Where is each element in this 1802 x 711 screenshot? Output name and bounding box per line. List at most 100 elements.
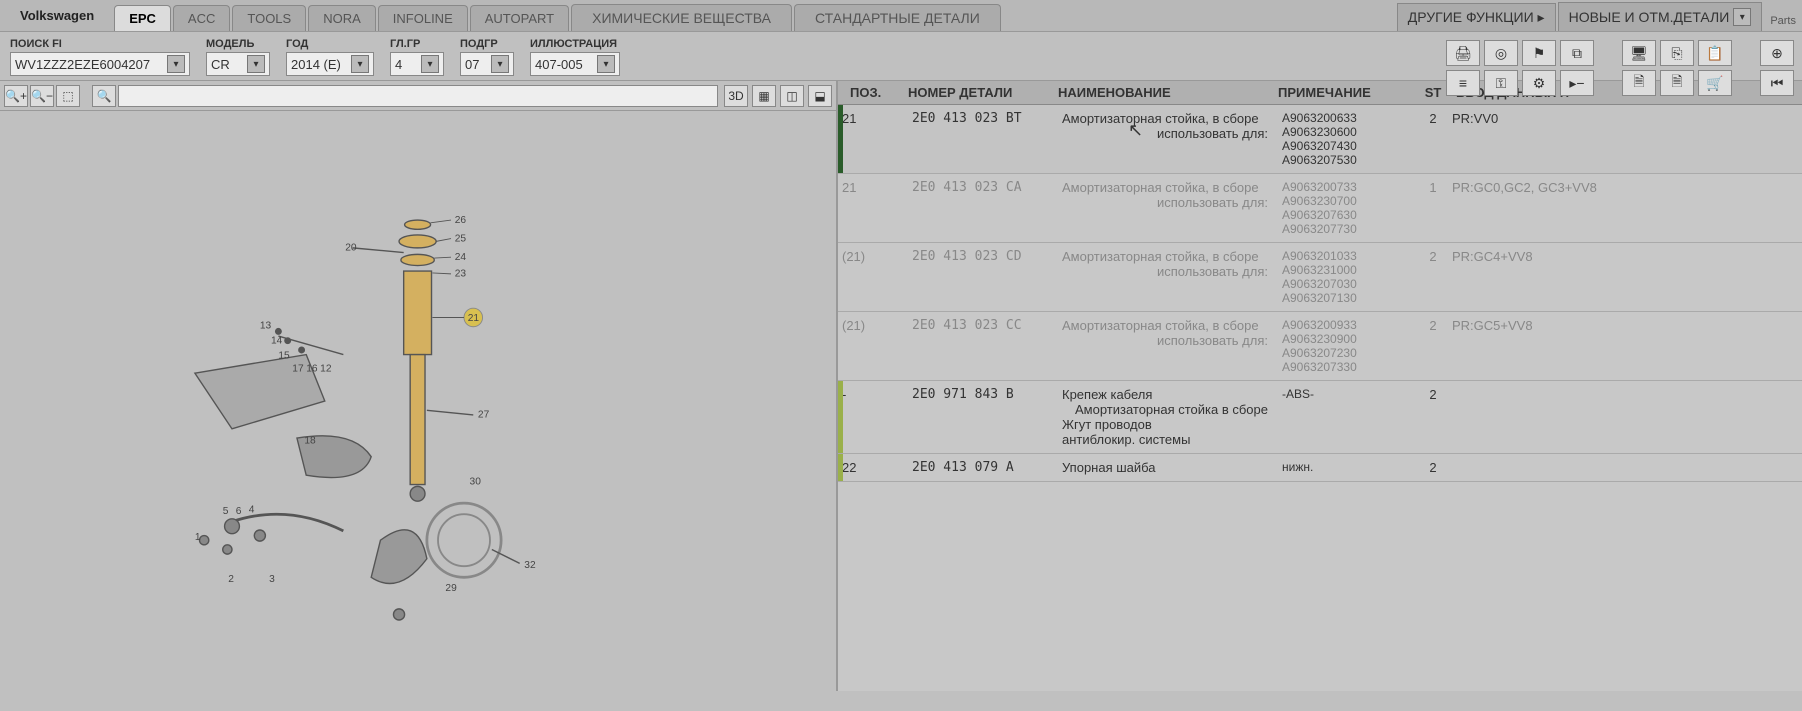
svg-text:3: 3 (270, 574, 276, 585)
svg-text:17: 17 (293, 363, 305, 374)
grid-icon[interactable]: ▦ (752, 85, 776, 107)
cart-icon[interactable]: 🛒 (1698, 70, 1732, 96)
zoom-out-icon[interactable]: 🔍− (30, 85, 54, 107)
copy-icon[interactable]: ⎘ (1660, 40, 1694, 66)
dropdown-icon[interactable] (351, 55, 369, 73)
search-label: ПОИСК FI (10, 38, 190, 50)
tab-tools[interactable]: TOOLS (232, 5, 306, 31)
model-select[interactable]: CR (206, 52, 270, 76)
doc2-icon[interactable]: 🗎 (1660, 70, 1694, 96)
link-icon[interactable]: ⧉ (1560, 40, 1594, 66)
tab-acc[interactable]: ACC (173, 5, 230, 31)
illus-label: ИЛЛЮСТРАЦИЯ (530, 38, 620, 50)
pos-cell: 21 (838, 111, 908, 126)
dropdown-icon[interactable] (167, 55, 185, 73)
col-note[interactable]: ПРИМЕЧАНИЕ (1278, 85, 1418, 100)
tab-chem[interactable]: ХИМИЧЕСКИЕ ВЕЩЕСТВА (571, 4, 792, 31)
st-cell: 2 (1418, 111, 1448, 126)
part-cell: 2E0 971 843 B (908, 387, 1058, 402)
col-name[interactable]: НАИМЕНОВАНИЕ (1058, 85, 1278, 100)
dropdown-icon[interactable] (597, 55, 615, 73)
search-input[interactable]: WV1ZZZ2EZE6004207 (10, 52, 190, 76)
year-label: ГОД (286, 38, 374, 50)
tab-standard[interactable]: СТАНДАРТНЫЕ ДЕТАЛИ (794, 4, 1001, 31)
doc-icon[interactable]: 🗎 (1622, 70, 1656, 96)
svg-text:27: 27 (478, 410, 490, 421)
zoom-fit-icon[interactable]: ⬚ (56, 85, 80, 107)
tab-infoline[interactable]: INFOLINE (378, 5, 468, 31)
svg-text:6: 6 (236, 506, 242, 517)
st-cell: 2 (1418, 318, 1448, 333)
st-cell: 2 (1418, 249, 1448, 264)
note-cell: A9063201033A9063231000A9063207030A906320… (1278, 249, 1418, 305)
svg-text:21: 21 (468, 313, 480, 324)
illus-select[interactable]: 407-005 (530, 52, 620, 76)
flag-icon[interactable]: ⚑ (1522, 40, 1556, 66)
svg-text:18: 18 (305, 436, 317, 447)
col-st[interactable]: ST (1418, 85, 1448, 100)
table-row[interactable]: (21) 2E0 413 023 CC Амортизаторная стойк… (838, 312, 1802, 381)
tab-epc[interactable]: EPC (114, 5, 171, 31)
tab-new-parts[interactable]: НОВЫЕ И ОТМ.ДЕТАЛИ (1558, 2, 1763, 31)
list-icon[interactable]: ≡ (1446, 70, 1480, 96)
monitor-icon[interactable]: 🖥 (1622, 40, 1656, 66)
parts-diagram[interactable]: 26 25 24 23 20 21 27 13 14 15 17 16 12 1… (0, 111, 836, 691)
search-icon[interactable]: 🔍 (92, 85, 116, 107)
tab-autopart[interactable]: AUTOPART (470, 5, 569, 31)
svg-text:32: 32 (525, 560, 537, 571)
pos-cell: (21) (838, 249, 908, 264)
window-icon[interactable]: ◫ (780, 85, 804, 107)
svg-text:24: 24 (455, 252, 467, 263)
gear-icon[interactable]: ⚙ (1522, 70, 1556, 96)
key-icon[interactable]: ⚿ (1484, 70, 1518, 96)
tab-other-functions[interactable]: ДРУГИЕ ФУНКЦИИ ▸ (1397, 3, 1556, 31)
table-row[interactable]: 21 2E0 413 023 CA Амортизаторная стойка,… (838, 174, 1802, 243)
tire-icon[interactable]: ◎ (1484, 40, 1518, 66)
col-part[interactable]: НОМЕР ДЕТАЛИ (908, 85, 1058, 100)
table-row[interactable]: - 2E0 971 843 B Крепеж кабеляАмортизатор… (838, 381, 1802, 454)
svg-text:13: 13 (260, 321, 272, 332)
first-icon[interactable]: ⏮ (1760, 70, 1794, 96)
svg-text:26: 26 (455, 215, 467, 226)
table-row[interactable]: (21) 2E0 413 023 CD Амортизаторная стойк… (838, 243, 1802, 312)
year-select[interactable]: 2014 (E) (286, 52, 374, 76)
part-cell: 2E0 413 023 CD (908, 249, 1058, 264)
svg-text:4: 4 (249, 504, 255, 515)
note-cell: A9063200733A9063230700A9063207630A906320… (1278, 180, 1418, 236)
search-value: WV1ZZZ2EZE6004207 (15, 57, 150, 72)
glgr-select[interactable]: 4 (390, 52, 444, 76)
podgr-select[interactable]: 07 (460, 52, 514, 76)
svg-text:2: 2 (229, 574, 235, 585)
svg-text:30: 30 (470, 477, 482, 488)
name-cell: Амортизаторная стойка, в сбореиспользова… (1058, 249, 1278, 279)
target-icon[interactable]: ⊕ (1760, 40, 1794, 66)
parts-label: Parts (1764, 15, 1802, 31)
clipboard-icon[interactable]: 📋 (1698, 40, 1732, 66)
name-cell: Упорная шайба (1058, 460, 1278, 475)
podgr-value: 07 (465, 57, 479, 72)
view-3d-button[interactable]: 3D (724, 85, 748, 107)
split-icon[interactable]: ⬓ (808, 85, 832, 107)
dropdown-icon[interactable] (1733, 8, 1751, 26)
col-pos[interactable]: ПОЗ. (838, 85, 908, 100)
filter-bar: ПОИСК FI WV1ZZZ2EZE6004207 МОДЕЛЬ CR ГОД… (0, 32, 1802, 80)
data-cell: PR:GC4+VV8 (1448, 249, 1802, 264)
dropdown-icon[interactable] (421, 55, 439, 73)
svg-text:15: 15 (279, 350, 291, 361)
name-cell: Амортизаторная стойка, в сбореиспользова… (1058, 180, 1278, 210)
diagram-search-input[interactable] (118, 85, 718, 107)
note-cell: A9063200633A9063230600A9063207430A906320… (1278, 111, 1418, 167)
zoom-in-icon[interactable]: 🔍+ (4, 85, 28, 107)
table-row[interactable]: 22 2E0 413 079 A Упорная шайба нижн. 2 (838, 454, 1802, 482)
dropdown-icon[interactable] (491, 55, 509, 73)
data-cell: PR:GC5+VV8 (1448, 318, 1802, 333)
tab-nora[interactable]: NORA (308, 5, 376, 31)
svg-text:29: 29 (446, 583, 458, 594)
dropdown-icon[interactable] (247, 55, 265, 73)
table-row[interactable]: 21 2E0 413 023 BT Амортизаторная стойка,… (838, 105, 1802, 174)
print-icon[interactable]: 🖨 (1446, 40, 1480, 66)
st-cell: 2 (1418, 387, 1448, 402)
part-cell: 2E0 413 079 A (908, 460, 1058, 475)
play-icon[interactable]: ▸− (1560, 70, 1594, 96)
pos-cell: 22 (838, 460, 908, 475)
